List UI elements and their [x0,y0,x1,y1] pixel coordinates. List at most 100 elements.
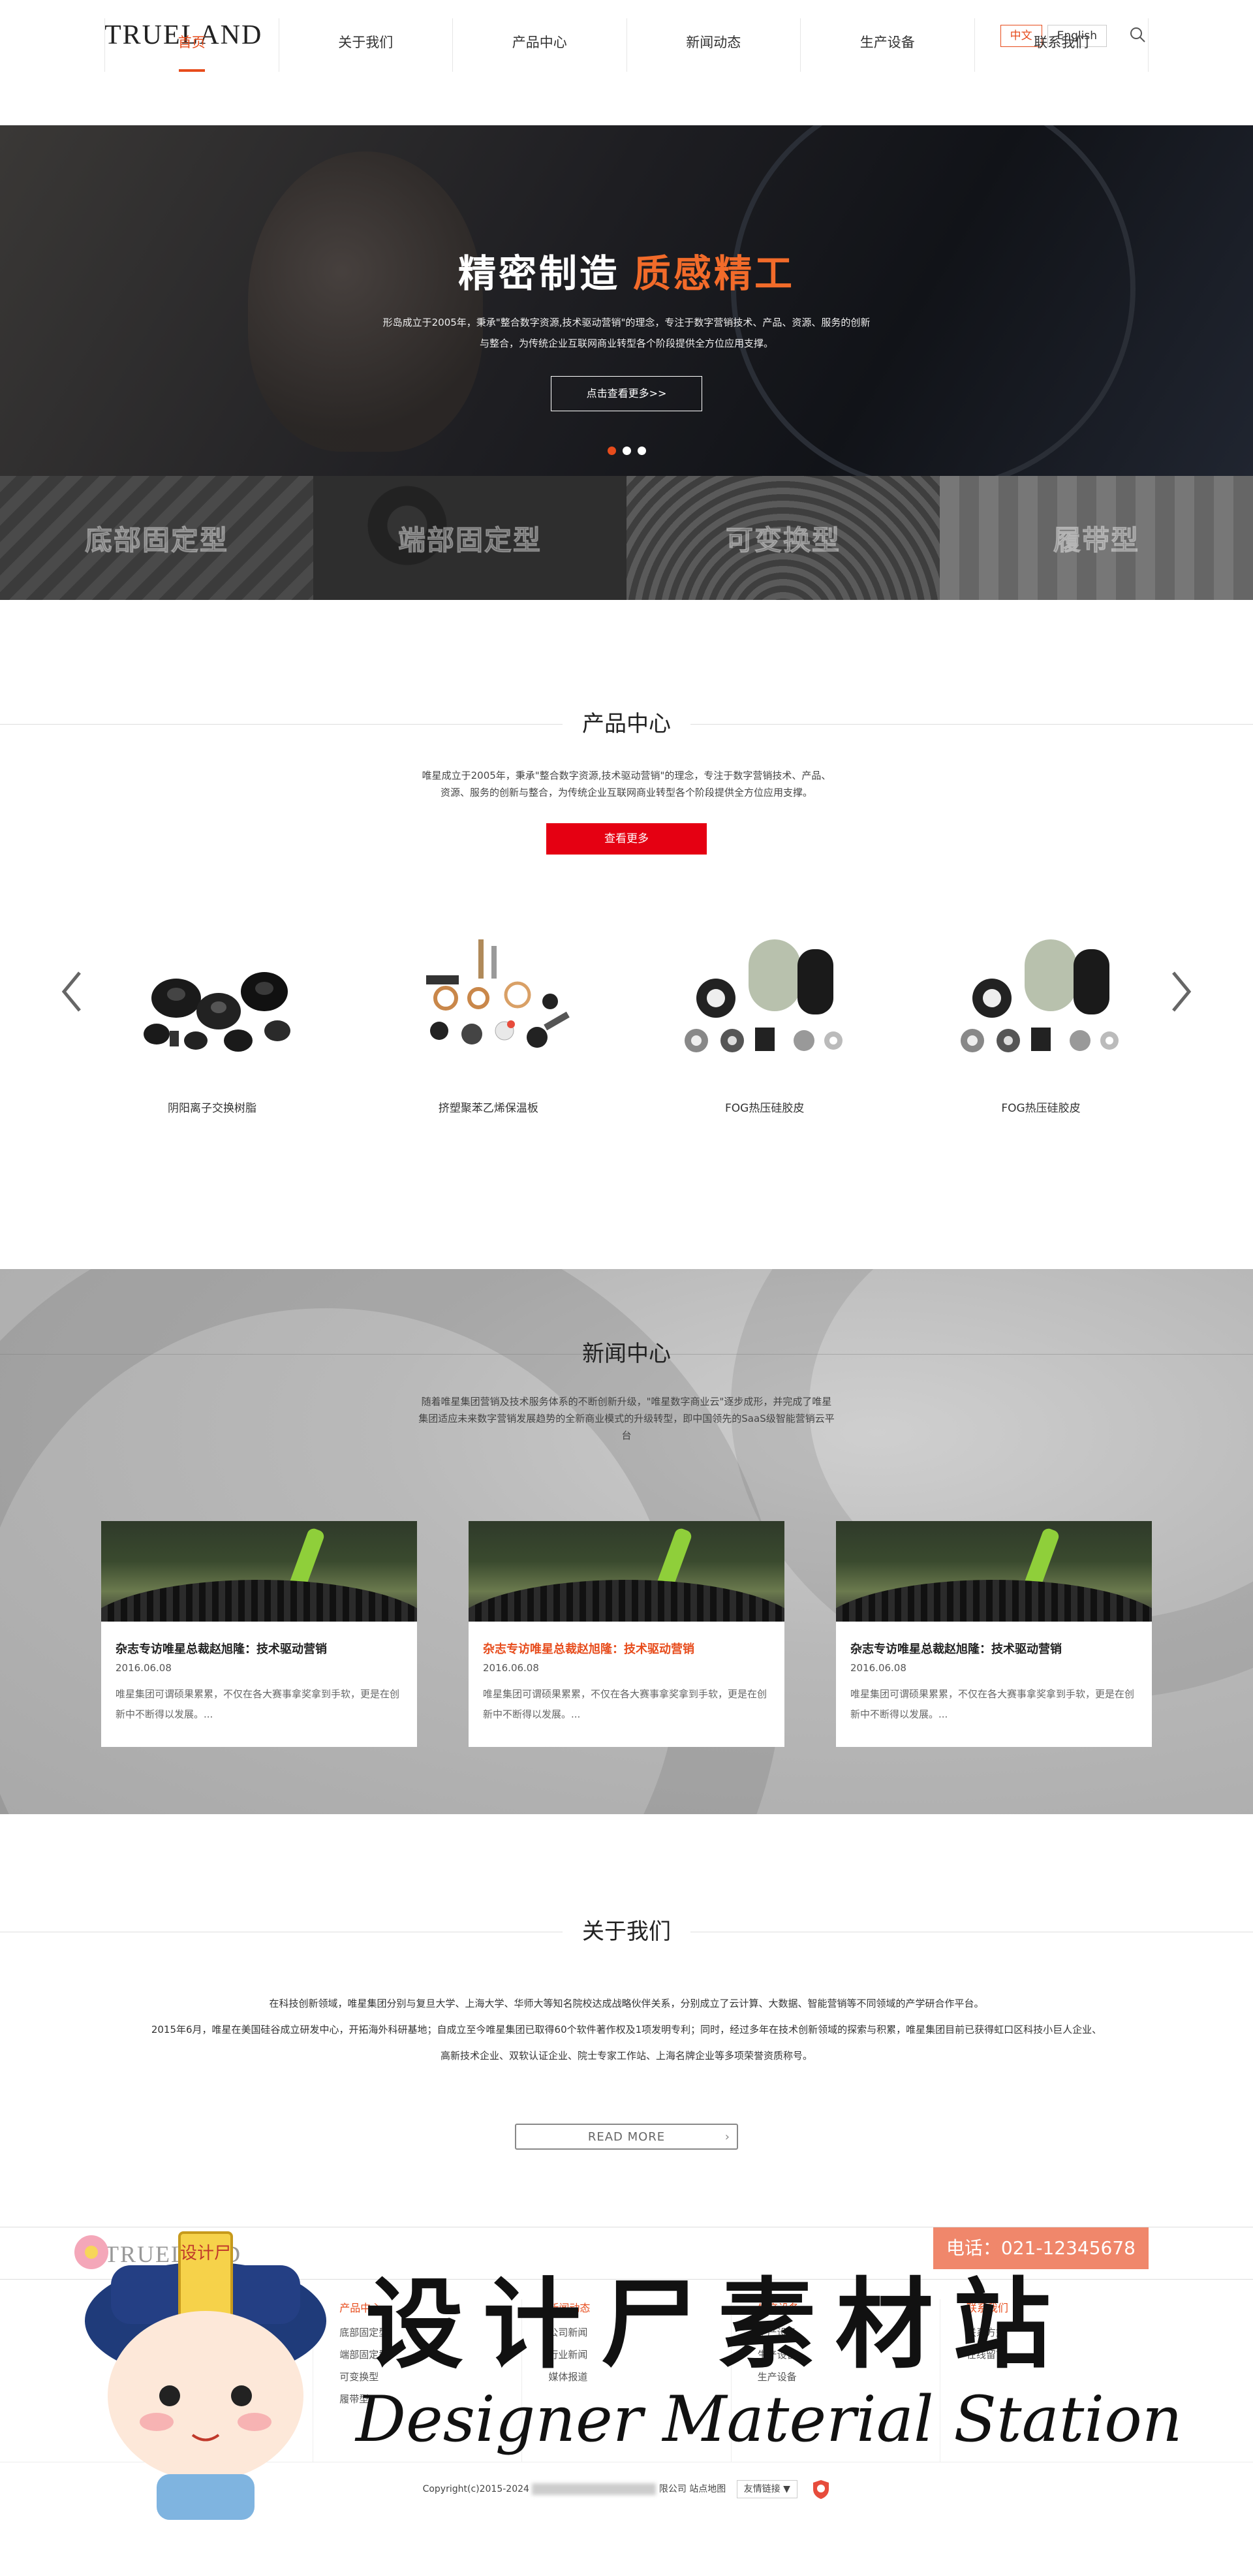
product-card[interactable]: 阴阳离子交换树脂 [104,926,320,1115]
news-excerpt: 唯星集团可谓硕果累累，不仅在各大赛事拿奖拿到手软，更是在创新中不断得以发展。..… [850,1688,1135,1720]
footer-link[interactable]: 底部固定型 [339,2321,521,2344]
product-name: FOG热压硅胶皮 [1001,1102,1081,1115]
news-description: 随着唯星集团营销及技术服务体系的不断创新升级，"唯星数字商业云"逐步成形，并完成… [418,1396,835,1441]
footer-link[interactable]: 生产设备 [758,2366,940,2388]
news-card[interactable]: 杂志专访唯星总裁赵旭隆：技术驱动营销 2016.06.08 唯星集团可谓硕果累累… [101,1521,417,1747]
redacted-company-name [532,2483,657,2495]
banner-content: 精密制造 质感精工 形岛成立于2005年，秉承"整合数字资源,技术驱动营销"的理念… [0,243,1253,411]
copyright-tail[interactable]: 限公司 站点地图 [659,2484,726,2494]
product-name: FOG热压硅胶皮 [724,1102,805,1115]
news-date: 2016.06.08 [850,1662,906,1674]
banner-title: 精密制造 质感精工 [0,243,1253,298]
about-text: 在科技创新领域，唯星集团分别与复旦大学、上海大学、华师大等知名院校达成战略伙伴关… [104,1990,1149,2069]
site-footer: TRUELAND 电话：021-12345678 首页 关于我们 联系我们 产品… [0,2227,1253,2515]
nav-item-products[interactable]: 产品中心 [452,18,626,72]
products-more-button[interactable]: 查看更多 [546,823,707,855]
banner-more-button[interactable]: 点击查看更多>> [551,376,702,411]
banner-dot[interactable] [607,447,616,455]
news-date: 2016.06.08 [116,1662,172,1674]
product-image [144,972,290,1052]
news-heading: 新闻中心 [0,1334,1253,1374]
footer-link[interactable]: 媒体报道 [548,2366,730,2388]
news-title[interactable]: 杂志专访唯星总裁赵旭隆：技术驱动营销 [116,1640,403,1657]
friend-links-select[interactable]: 友情链接 ▼ [736,2480,797,2498]
banner-dot[interactable] [637,447,646,455]
banner-title-main: 精密制造 [457,251,620,296]
banner-title-highlight: 质感精工 [633,251,796,296]
category-end-fixed[interactable]: 端部固定型 [313,476,626,600]
footer-column-heading[interactable]: 产品中心 [339,2299,521,2315]
nav-item-equipment[interactable]: 生产设备 [800,18,974,72]
product-card[interactable]: FOG热压硅胶皮 [933,926,1149,1115]
category-label: 底部固定型 [84,524,228,556]
footer-column: 首页 关于我们 联系我们 [104,2299,314,2462]
category-strip: 底部固定型 端部固定型 可变换型 履带型 [0,476,1253,600]
copyright-text: Copyright(c)2015-2024 [422,2484,529,2494]
footer-link[interactable]: 端部固定型 [339,2344,521,2366]
footer-column: 生产设备 生产设备 生产设备 生产设备 [732,2299,940,2462]
product-image [426,939,570,1048]
banner-dot[interactable] [622,447,631,455]
next-arrow-icon[interactable] [1168,969,1194,1014]
footer-link[interactable]: 履带型 [339,2388,521,2410]
nav-item-about[interactable]: 关于我们 [278,18,453,72]
footer-link[interactable]: 公司新闻 [548,2321,730,2344]
news-excerpt: 唯星集团可谓硕果累累，不仅在各大赛事拿奖拿到手软，更是在创新中不断得以发展。..… [483,1688,767,1720]
footer-column-heading[interactable]: 首页 [131,2299,313,2315]
footer-logo[interactable]: TRUELAND [104,2240,241,2268]
news-thumbnail [101,1521,417,1622]
about-paragraph: 高新技术企业、双软认证企业、院士专家工作站、上海名牌企业等多项荣誉资质称号。 [440,2050,812,2062]
footer-link[interactable]: 可变换型 [339,2366,521,2388]
product-name: 挤塑聚苯乙烯保温板 [438,1102,538,1115]
footer-link[interactable]: 联系我们 [131,2344,313,2366]
footer-link[interactable]: 生产设备 [758,2344,940,2366]
category-label: 可变换型 [725,524,841,556]
footer-bottom-bar: Copyright(c)2015-2024 限公司 站点地图 友情链接 ▼ [0,2462,1253,2515]
products-description: 唯星成立于2005年，秉承"整合数字资源,技术驱动营销"的理念，专注于数字营销技… [422,770,831,798]
read-more-button[interactable]: READ MORE › [515,2124,738,2150]
nav-item-contact[interactable]: 联系我们 [974,18,1149,72]
footer-column-heading[interactable]: 生产设备 [758,2299,940,2315]
category-convertible[interactable]: 可变换型 [626,476,940,600]
footer-column-heading[interactable]: 联系我们 [967,2299,1149,2315]
security-badge-icon[interactable] [812,2479,830,2500]
banner-pagination [0,445,1253,458]
hero-banner: 精密制造 质感精工 形岛成立于2005年，秉承"整合数字资源,技术驱动营销"的理念… [0,125,1253,476]
news-card[interactable]: 杂志专访唯星总裁赵旭隆：技术驱动营销 2016.06.08 唯星集团可谓硕果累累… [836,1521,1152,1747]
footer-links: 首页 关于我们 联系我们 产品中心 底部固定型 端部固定型 可变换型 履带型 新… [104,2299,1149,2462]
footer-link[interactable]: 生产设备 [758,2321,940,2344]
product-image [684,939,843,1052]
section-title: 关于我们 [563,1912,690,1951]
news-list: 杂志专访唯星总裁赵旭隆：技术驱动营销 2016.06.08 唯星集团可谓硕果累累… [101,1521,1152,1747]
products-section: 产品中心 唯星成立于2005年，秉承"整合数字资源,技术驱动营销"的理念，专注于… [0,600,1253,1269]
about-heading: 关于我们 [0,1912,1253,1951]
news-card[interactable]: 杂志专访唯星总裁赵旭隆：技术驱动营销 2016.06.08 唯星集团可谓硕果累累… [469,1521,784,1747]
product-name: 阴阳离子交换树脂 [168,1102,256,1115]
news-title[interactable]: 杂志专访唯星总裁赵旭隆：技术驱动营销 [850,1640,1137,1657]
footer-link[interactable]: 关于我们 [131,2321,313,2344]
site-header: TRUELAND 中文 English 首页 关于我们 产品中心 新闻动态 生产… [0,0,1253,125]
news-date: 2016.06.08 [483,1662,539,1674]
about-paragraph: 2015年6月，唯星在美国硅谷成立研发中心，开拓海外科研基地；自成立至今唯星集团… [151,2024,1102,2035]
footer-column: 产品中心 底部固定型 端部固定型 可变换型 履带型 [313,2299,523,2462]
category-bottom-fixed[interactable]: 底部固定型 [0,476,313,600]
footer-column-heading[interactable]: 新闻动态 [548,2299,730,2315]
product-card[interactable]: FOG热压硅胶皮 [657,926,873,1115]
footer-link[interactable]: 联系方式 [967,2321,1149,2344]
nav-item-news[interactable]: 新闻动态 [626,18,801,72]
prev-arrow-icon[interactable] [59,969,85,1014]
section-title: 产品中心 [563,704,690,744]
news-title[interactable]: 杂志专访唯星总裁赵旭隆：技术驱动营销 [483,1640,770,1657]
products-heading: 产品中心 [0,704,1253,744]
news-excerpt: 唯星集团可谓硕果累累，不仅在各大赛事拿奖拿到手软，更是在创新中不断得以发展。..… [116,1688,400,1720]
category-label: 履带型 [1053,524,1139,556]
news-thumbnail [836,1521,1152,1622]
footer-link[interactable]: 在线留言 [967,2344,1149,2366]
news-thumbnail [469,1521,784,1622]
footer-link[interactable]: 行业新闻 [548,2344,730,2366]
product-carousel: 阴阳离子交换树脂 挤塑聚苯乙烯保温板 FOG热压硅胶皮 FOG热压硅胶皮 [104,926,1149,1115]
section-title: 新闻中心 [582,1341,671,1367]
nav-item-home[interactable]: 首页 [104,18,279,72]
product-card[interactable]: 挤塑聚苯乙烯保温板 [380,926,596,1115]
category-crawler[interactable]: 履带型 [940,476,1253,600]
